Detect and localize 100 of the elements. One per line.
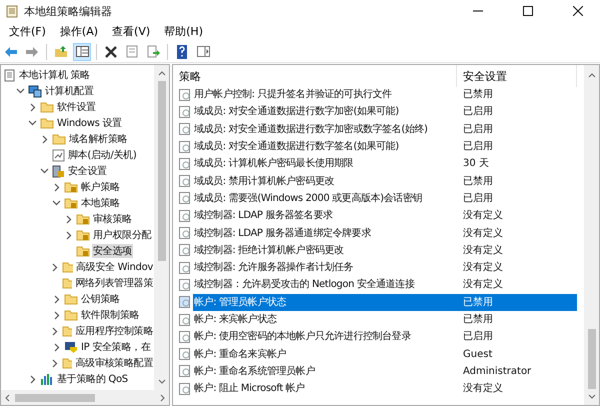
scroll-right-icon[interactable] <box>159 394 167 402</box>
tree-item[interactable]: 软件设置 <box>56 100 97 114</box>
scrollbar-thumb[interactable] <box>588 329 596 389</box>
policy-icon <box>179 88 191 101</box>
pane-button[interactable] <box>73 42 91 60</box>
back-arrow-icon <box>4 46 18 58</box>
tree-item[interactable]: 计算机配置 <box>44 84 95 98</box>
bar-chart-icon <box>40 373 54 385</box>
menu-item[interactable]: 帮助(H) <box>157 22 210 41</box>
policy-icon <box>179 296 191 308</box>
tree-item[interactable]: 软件限制策略 <box>80 308 140 322</box>
menu-item[interactable]: 查看(V) <box>105 22 158 41</box>
scrollbar[interactable] <box>584 65 599 405</box>
scroll-up-icon[interactable] <box>158 69 166 77</box>
expand-chevron-icon[interactable] <box>54 342 60 352</box>
folder-icon <box>52 133 66 145</box>
policy-icon <box>179 210 191 222</box>
policy-name[interactable]: 帐户: 来宾帐户状态 <box>193 311 457 328</box>
expand-chevron-icon[interactable] <box>54 310 60 320</box>
tree-item[interactable]: 用户权限分配 <box>92 228 152 242</box>
computer-icon <box>28 84 42 98</box>
tree-item[interactable]: 高级安全 Windov <box>74 260 154 274</box>
policy-setting: 没有定义 <box>462 278 504 292</box>
expand-chevron-icon[interactable] <box>54 294 60 304</box>
policy-name[interactable]: 域成员: 对安全通道数据进行数字加密(如果可能) <box>193 103 457 120</box>
expand-chevron-icon[interactable] <box>54 182 60 192</box>
policy-name[interactable]: 域控制器: 允许服务器操作者计划任务 <box>193 259 457 276</box>
scroll-up-icon[interactable] <box>588 71 596 79</box>
policy-name[interactable]: 域成员: 计算机帐户密码最长使用期限 <box>193 155 457 172</box>
forward-arrow-icon <box>25 46 39 58</box>
policy-name[interactable]: 域成员: 需要强(Windows 2000 或更高版本)会话密钥 <box>193 190 457 207</box>
tree-item[interactable]: 帐户策略 <box>80 180 121 194</box>
collapse-chevron-icon[interactable] <box>16 88 25 94</box>
scrollbar-thumb[interactable] <box>15 394 95 402</box>
scroll-down-icon[interactable] <box>158 378 166 386</box>
menu-item[interactable]: 操作(A) <box>52 22 106 41</box>
expand-chevron-icon[interactable] <box>66 230 72 240</box>
policy-setting: 已启用 <box>462 140 494 154</box>
folder-icon <box>62 325 72 337</box>
maximize-icon <box>523 6 533 16</box>
policy-name[interactable]: 域控制器: 拒绝计算机帐户密码更改 <box>193 242 457 259</box>
policy-name[interactable]: 帐户: 使用空密码的本地帐户只允许进行控制台登录 <box>193 328 457 346</box>
tree-item[interactable]: Windows 设置 <box>56 116 123 130</box>
expand-chevron-icon[interactable] <box>52 358 58 368</box>
policy-setting: 没有定义 <box>462 226 504 241</box>
tree-item[interactable]: 安全选项 <box>92 244 133 258</box>
export-icon <box>146 45 160 58</box>
folder-icon <box>62 261 73 273</box>
policy-icon <box>179 175 191 188</box>
policy-name[interactable]: 帐户: 阻止 Microsoft 帐户 <box>193 380 457 398</box>
policy-icon <box>179 365 191 378</box>
policy-name[interactable]: 帐户: 重命名来宾帐户 <box>193 346 457 363</box>
tree-item[interactable]: 脚本(启动/关机) <box>67 148 138 162</box>
policy-name[interactable]: 域控制器: LDAP 服务器签名要求 <box>193 207 457 224</box>
tree-item[interactable]: IP 安全策略，在 <box>80 340 152 354</box>
tree-item[interactable]: 本地计算机 策略 <box>18 68 91 82</box>
scroll-down-icon[interactable] <box>588 393 596 401</box>
scrollbar-thumb[interactable] <box>158 81 166 261</box>
policy-name[interactable]: 域成员: 对安全通道数据进行数字加密或数字签名(始终) <box>193 120 457 138</box>
expand-chevron-icon[interactable] <box>52 262 58 272</box>
tree-item[interactable]: 审核策略 <box>92 212 133 226</box>
policy-name[interactable]: 域控制器: LDAP 服务器通道绑定令牌要求 <box>193 224 457 242</box>
policy-icon <box>179 140 191 153</box>
expand-chevron-icon[interactable] <box>42 134 48 144</box>
tree-item[interactable]: 高级审核策略配置 <box>74 356 154 370</box>
locked-folder-icon <box>76 229 90 241</box>
expand-chevron-icon[interactable] <box>52 326 58 336</box>
properties-icon <box>126 45 138 58</box>
policy-icon <box>179 330 191 343</box>
policy-setting: 已禁用 <box>462 174 494 189</box>
policy-setting: 已禁用 <box>457 294 577 311</box>
tree-item[interactable]: 域名解析策略 <box>68 132 128 146</box>
collapse-chevron-icon[interactable] <box>28 120 37 126</box>
expand-chevron-icon[interactable] <box>66 214 72 224</box>
expand-chevron-icon[interactable] <box>30 374 36 384</box>
policy-name[interactable]: 域控制器：允许易受攻击的 Netlogon 安全通道连接 <box>193 276 457 294</box>
folder-icon <box>40 101 54 113</box>
tree-item[interactable]: 本地策略 <box>80 196 121 210</box>
policy-name[interactable]: 用户帐户控制: 只提升签名并验证的可执行文件 <box>193 86 457 104</box>
collapse-chevron-icon[interactable] <box>40 168 49 174</box>
policy-setting: 已启用 <box>462 330 494 344</box>
expand-chevron-icon[interactable] <box>30 102 36 112</box>
tree-item[interactable]: 应用程序控制策略 <box>74 324 154 338</box>
folder-icon <box>40 117 54 129</box>
policy-name[interactable]: 帐户: 重命名系统管理员帐户 <box>193 362 457 380</box>
scrollbar[interactable] <box>154 65 169 390</box>
policy-setting: 没有定义 <box>462 382 504 396</box>
horizontal-scrollbar[interactable] <box>1 390 169 405</box>
tree-item[interactable]: 公钥策略 <box>80 292 121 306</box>
tree-item[interactable]: 安全设置 <box>67 164 108 178</box>
scroll-left-icon[interactable] <box>3 394 11 402</box>
tree-item[interactable]: 网络列表管理器策 <box>74 276 154 290</box>
policy-name[interactable]: 域成员: 对安全通道数据进行数字签名(如果可能) <box>193 138 457 156</box>
close-icon <box>573 6 583 16</box>
policy-name[interactable]: 域成员: 禁用计算机帐户密码更改 <box>193 172 457 190</box>
tree-item[interactable]: 基于策略的 QoS <box>56 372 129 386</box>
policy-name[interactable]: 帐户: 管理员帐户状态 <box>193 294 457 311</box>
policy-setting: Administrator <box>462 364 532 379</box>
menu-item[interactable]: 文件(F) <box>2 22 53 41</box>
collapse-chevron-icon[interactable] <box>52 200 61 206</box>
